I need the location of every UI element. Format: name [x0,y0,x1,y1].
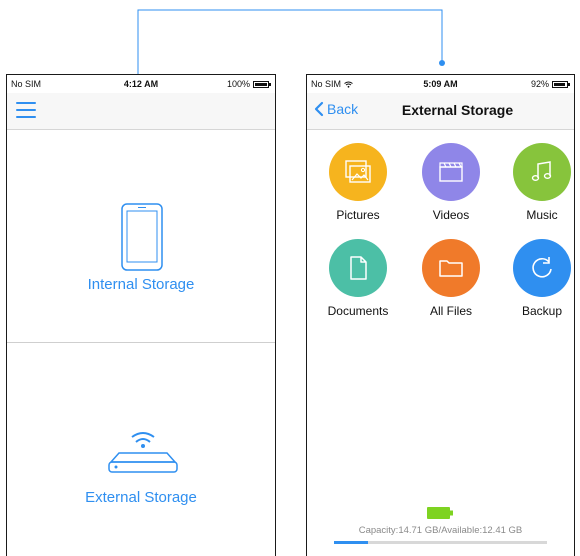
battery-icon [552,80,570,88]
category-backup[interactable]: Backup [497,239,574,318]
category-pictures[interactable]: Pictures [313,143,403,222]
external-storage-label: External Storage [85,489,197,506]
external-storage-tile[interactable]: External Storage [7,343,275,556]
status-bar: No SIM 4:12 AM 100% [7,75,275,93]
page-title: External Storage [401,102,514,118]
status-bar: No SIM 5:09 AM 92% [307,75,574,93]
category-label: All Files [429,304,472,318]
music-note-icon [513,143,571,201]
nav-bar: Back External Storage [307,93,574,130]
phone-icon [121,203,163,271]
category-label: Documents [327,304,389,318]
storage-progress-bar [334,541,547,544]
phone-home-screen: No SIM 4:12 AM 100% Internal Storage Ext… [6,74,276,556]
battery-percent: 92% [530,79,549,89]
refresh-icon [513,239,571,297]
internal-storage-tile[interactable]: Internal Storage [7,130,275,343]
battery-status: 100% [226,79,271,89]
internal-storage-label: Internal Storage [87,276,195,293]
battery-status: 92% [530,79,570,89]
capacity-text: Capacity:14.71 GB/Available:12.41 GB [358,525,523,536]
wifi-drive-icon [108,432,178,473]
nav-bar [7,93,275,130]
category-label: Pictures [336,208,380,222]
category-music[interactable]: Music [497,143,574,222]
category-label: Backup [521,304,563,318]
category-videos[interactable]: Videos [406,143,496,222]
drive-battery-icon [427,507,453,519]
document-icon [329,239,387,297]
category-label: Music [526,208,558,222]
phone-external-storage-screen: No SIM 5:09 AM 92% Back External Storage… [306,74,575,556]
category-documents[interactable]: Documents [313,239,403,318]
battery-percent: 100% [226,79,250,89]
folder-icon [422,239,480,297]
battery-icon [253,80,271,88]
category-label: Videos [432,208,470,222]
category-all-files[interactable]: All Files [406,239,496,318]
pictures-icon [329,143,387,201]
clapboard-icon [422,143,480,201]
hamburger-icon[interactable] [16,102,36,118]
